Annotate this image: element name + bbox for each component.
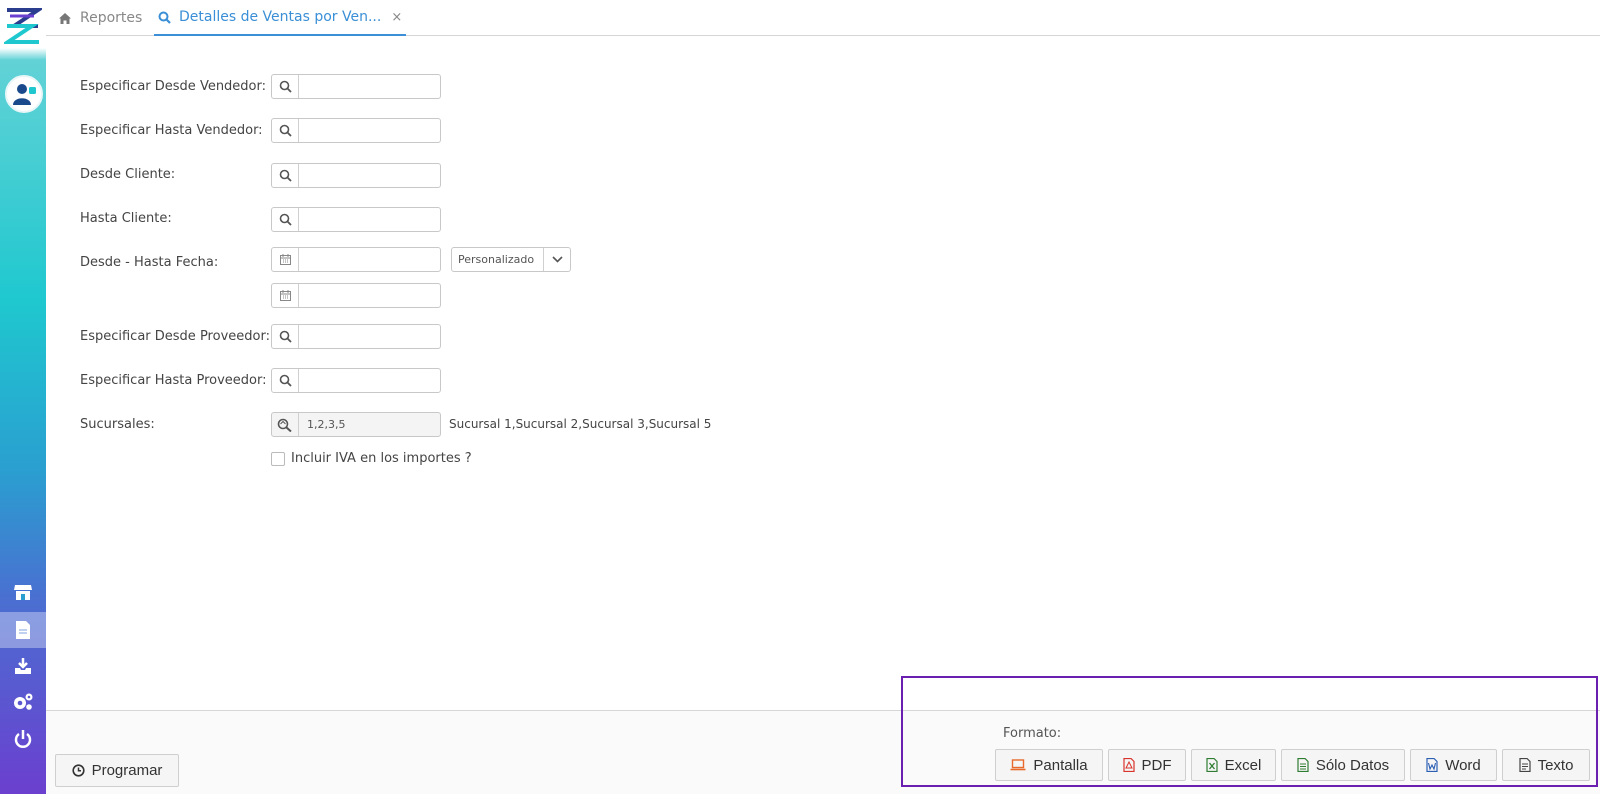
desde-proveedor-label: Especificar Desde Proveedor: (80, 329, 270, 344)
word-button[interactable]: Word (1410, 749, 1497, 781)
sidebar-item-store[interactable] (0, 574, 46, 610)
incluir-iva-row[interactable]: Incluir IVA en los importes ? (271, 451, 472, 466)
tab-bar: Reportes Detalles de Ventas por Ven... × (46, 0, 1600, 36)
solo-datos-button[interactable]: Sólo Datos (1281, 749, 1405, 781)
button-label: Sólo Datos (1315, 756, 1390, 774)
field-value: 1,2,3,5 (307, 418, 346, 431)
excel-icon (1206, 758, 1218, 772)
user-icon (13, 84, 36, 105)
tab-detalles-ventas[interactable]: Detalles de Ventas por Ven... × (154, 0, 407, 36)
desde-cliente-input[interactable] (271, 163, 441, 188)
button-label: Excel (1224, 756, 1262, 774)
chevron-down-icon[interactable] (544, 248, 570, 271)
button-label: Word (1445, 756, 1481, 774)
word-icon (1426, 758, 1438, 772)
hasta-proveedor-label: Especificar Hasta Proveedor: (80, 373, 267, 388)
user-avatar[interactable] (5, 75, 43, 113)
button-label: Texto (1537, 756, 1574, 774)
field-value (299, 325, 440, 348)
hasta-vendedor-input[interactable] (271, 118, 441, 143)
pdf-button[interactable]: PDF (1108, 749, 1186, 781)
search-icon[interactable] (272, 369, 299, 392)
button-label: Programar (91, 762, 163, 779)
periodo-value: Personalizado (452, 248, 544, 271)
field-value (299, 369, 440, 392)
sidebar-item-download[interactable] (0, 648, 46, 684)
field-value (299, 208, 440, 231)
field-value (299, 119, 440, 142)
field-value (299, 248, 440, 271)
field-value (299, 164, 440, 187)
clock-icon (71, 764, 85, 777)
desde-proveedor-input[interactable] (271, 324, 441, 349)
pdf-icon (1122, 758, 1135, 772)
home-icon (59, 12, 71, 24)
field-value (299, 284, 440, 307)
hasta-cliente-input[interactable] (271, 207, 441, 232)
sidebar-item-logout[interactable] (0, 721, 46, 757)
sidebar-item-reports[interactable] (0, 612, 46, 648)
button-label: Pantalla (1033, 756, 1088, 774)
gears-icon (14, 693, 33, 710)
search-icon[interactable] (272, 164, 299, 187)
formato-label: Formato: (1003, 726, 1062, 741)
sucursales-label: Sucursales: (80, 417, 155, 432)
store-icon (14, 585, 32, 600)
texto-button[interactable]: Texto (1502, 749, 1590, 781)
sucursales-description: Sucursal 1,Sucursal 2,Sucursal 3,Sucursa… (449, 417, 712, 431)
button-label: PDF (1141, 756, 1172, 774)
tab-label: Detalles de Ventas por Ven... (179, 9, 382, 25)
sidebar (0, 0, 46, 794)
pantalla-button[interactable]: Pantalla (995, 749, 1103, 781)
fecha-hasta-input[interactable] (271, 283, 441, 308)
search-icon[interactable] (272, 325, 299, 348)
desde-cliente-label: Desde Cliente: (80, 167, 176, 182)
fecha-desde-input[interactable] (271, 247, 441, 272)
incluir-iva-label: Incluir IVA en los importes ? (291, 451, 472, 466)
tab-close-icon[interactable]: × (391, 10, 402, 25)
data-file-icon (1297, 758, 1309, 772)
search-icon (158, 11, 171, 24)
search-branch-icon[interactable] (272, 413, 299, 436)
hasta-proveedor-input[interactable] (271, 368, 441, 393)
field-value (299, 75, 440, 98)
sidebar-item-settings[interactable] (0, 684, 46, 720)
tab-label: Reportes (80, 10, 143, 26)
tab-reportes[interactable]: Reportes (56, 0, 144, 36)
hasta-vendedor-label: Especificar Hasta Vendedor: (80, 123, 263, 138)
calendar-icon[interactable] (272, 284, 299, 307)
search-icon[interactable] (272, 119, 299, 142)
download-tray-icon (15, 658, 31, 674)
app-logo[interactable] (1, 6, 45, 46)
periodo-select[interactable]: Personalizado (451, 247, 571, 272)
text-file-icon (1518, 758, 1531, 772)
laptop-icon (1010, 759, 1026, 771)
desde-vendedor-input[interactable] (271, 74, 441, 99)
hasta-cliente-label: Hasta Cliente: (80, 211, 172, 226)
search-icon[interactable] (272, 208, 299, 231)
incluir-iva-checkbox[interactable] (271, 451, 285, 466)
excel-button[interactable]: Excel (1191, 749, 1276, 781)
document-icon (16, 621, 30, 639)
calendar-icon[interactable] (272, 248, 299, 271)
search-icon[interactable] (272, 75, 299, 98)
power-icon (14, 730, 32, 748)
fecha-label: Desde - Hasta Fecha: (80, 255, 219, 270)
desde-vendedor-label: Especificar Desde Vendedor: (80, 79, 267, 94)
programar-button[interactable]: Programar (55, 754, 179, 787)
sucursales-input[interactable]: 1,2,3,5 (271, 412, 441, 437)
